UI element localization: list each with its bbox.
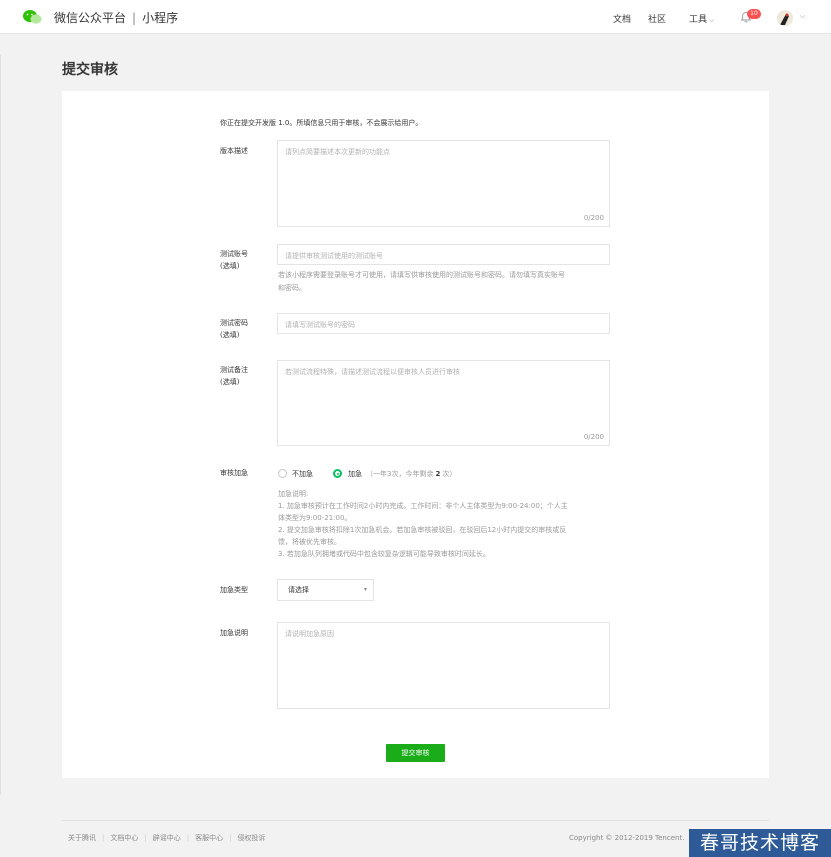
footer-link-separator: | xyxy=(102,834,105,842)
footer-link-about[interactable]: 关于腾讯 xyxy=(68,834,96,842)
footer-divider xyxy=(62,820,769,821)
test-password-label: 测试密码 xyxy=(220,319,248,327)
expedite-note-3: 3. 若加急队列拥堵或代码中包含较复杂逻辑可能导致审核时间延长。 xyxy=(278,550,490,558)
test-notes-textarea[interactable]: 若测试流程特殊，请描述测试流程以便审核人员进行审核 0/200 xyxy=(277,360,610,446)
test-account-tip-line2: 和密码。 xyxy=(278,284,306,292)
expedite-desc-label: 加急说明 xyxy=(220,629,248,637)
product-name: 小程序 xyxy=(142,11,179,25)
footer-link-separator: | xyxy=(186,834,190,842)
watermark-label: 春哥技术博客 xyxy=(689,829,831,857)
version-desc-counter: 0/200 xyxy=(583,214,604,222)
radio-no-expedite[interactable] xyxy=(278,469,287,478)
radio-no-expedite-label[interactable]: 不加急 xyxy=(292,469,313,479)
footer-link-docs[interactable]: 文档中心 xyxy=(110,834,138,842)
left-divider xyxy=(0,55,1,795)
test-account-placeholder: 请提供审核测试使用的测试账号 xyxy=(285,252,383,260)
version-desc-placeholder: 请列点简要描述本次更新的功能点 xyxy=(285,148,390,156)
copyright-text: Copyright © 2012-2019 Tencent. xyxy=(569,834,685,842)
expedite-remaining-count: 2 xyxy=(435,470,441,478)
nav-docs-link[interactable]: 文档 xyxy=(613,12,631,25)
footer-link-support[interactable]: 客服中心 xyxy=(195,834,223,842)
submit-notice: 你正在提交开发版 1.0。所填信息只用于审核，不会展示给用户。 xyxy=(220,119,423,127)
test-password-optional: (选填) xyxy=(220,331,240,339)
expedite-type-select[interactable]: 请选择 ▾ xyxy=(277,579,374,601)
test-password-placeholder: 请填写测试账号的密码 xyxy=(285,321,355,329)
expedite-note-1b: 体类型为9:00-21:00。 xyxy=(278,514,352,522)
avatar-image xyxy=(777,10,793,26)
test-notes-placeholder: 若测试流程特殊，请描述测试流程以便审核人员进行审核 xyxy=(285,368,460,376)
footer-link-separator: | xyxy=(144,834,147,842)
test-account-tip-line1: 若该小程序需要登录账号才可使用，请填写供审核使用的测试账号和密码。请勿填写真实账… xyxy=(278,271,565,279)
brand-title[interactable]: 微信公众平台 | 小程序 xyxy=(54,9,178,26)
footer-link-rumor[interactable]: 辟谣中心 xyxy=(153,834,181,842)
expedite-hint-prefix: （一年3次，今年剩余 xyxy=(366,470,434,478)
expedite-note-title: 加急说明: xyxy=(278,490,309,498)
footer-link-complaint[interactable]: 侵权投诉 xyxy=(237,834,265,842)
wechat-logo-icon[interactable] xyxy=(22,9,42,25)
nav-community-link[interactable]: 社区 xyxy=(648,12,666,25)
expedite-note-2a: 2. 提交加急审核将扣除1次加急机会。若加急审核被驳回，在驳回后12小时内提交的… xyxy=(278,526,567,534)
test-account-label: 测试账号 xyxy=(220,250,248,258)
expedite-note-2b: 馈，将被优先审核。 xyxy=(278,538,341,546)
test-notes-optional: (选填) xyxy=(220,378,240,386)
chevron-down-icon: ▾ xyxy=(363,586,367,593)
test-account-optional: (选填) xyxy=(220,262,240,270)
top-navigation-bar: 微信公众平台 | 小程序 文档 社区 工具 ⌵ 10 ⌵ xyxy=(0,0,831,34)
radio-expedite[interactable] xyxy=(333,469,342,478)
chevron-down-icon[interactable]: ⌵ xyxy=(800,12,805,21)
footer-links: 关于腾讯 | 文档中心 | 辟谣中心 | 客服中心 | 侵权投诉 xyxy=(68,833,265,843)
expedite-type-value: 请选择 xyxy=(288,586,309,594)
radio-expedite-label[interactable]: 加急 xyxy=(348,469,362,479)
user-avatar[interactable] xyxy=(777,10,793,26)
expedite-note-1a: 1. 加急审核预计在工作时间2小时内完成。工作时间：非个人主体类型为9:00-2… xyxy=(278,502,568,510)
brand-separator: | xyxy=(132,11,137,25)
test-notes-label: 测试备注 xyxy=(220,366,248,374)
submit-review-button[interactable]: 提交审核 xyxy=(386,744,445,762)
expedite-desc-placeholder: 请说明加急原因 xyxy=(285,630,334,638)
brand-name: 微信公众平台 xyxy=(54,11,127,25)
expedite-type-label: 加急类型 xyxy=(220,586,248,594)
expedite-quota-hint: （一年3次，今年剩余 2 次） xyxy=(366,469,456,479)
nav-tools-menu[interactable]: 工具 ⌵ xyxy=(689,12,714,25)
version-desc-label: 版本描述 xyxy=(220,147,248,155)
nav-tools-label: 工具 xyxy=(689,15,708,25)
version-desc-textarea[interactable]: 请列点简要描述本次更新的功能点 0/200 xyxy=(277,140,610,227)
test-account-input[interactable]: 请提供审核测试使用的测试账号 xyxy=(277,244,610,265)
expedite-hint-suffix: 次） xyxy=(442,470,457,478)
expedite-desc-textarea[interactable]: 请说明加急原因 xyxy=(277,622,610,709)
chevron-down-icon: ⌵ xyxy=(709,16,715,24)
test-notes-counter: 0/200 xyxy=(583,433,604,441)
test-password-input[interactable]: 请填写测试账号的密码 xyxy=(277,313,610,334)
footer-link-separator: | xyxy=(229,834,232,842)
notification-badge: 10 xyxy=(747,9,761,19)
expedite-label: 审核加急 xyxy=(220,469,248,477)
page-title: 提交审核 xyxy=(62,62,118,78)
